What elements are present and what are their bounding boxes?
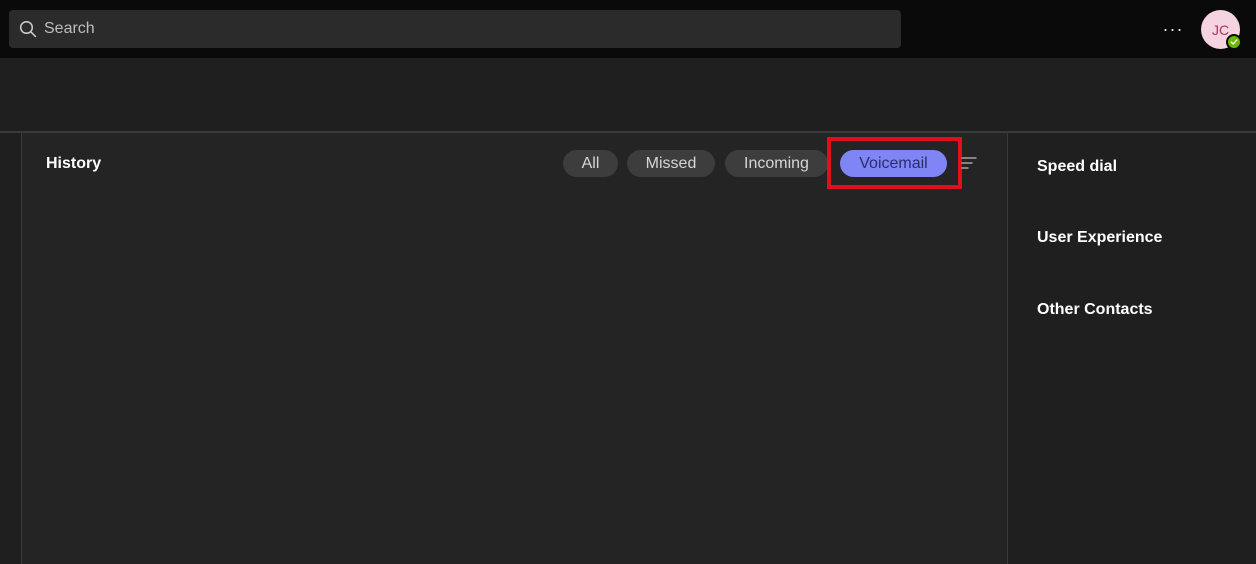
history-title: History <box>46 155 102 172</box>
highlight-box <box>827 137 962 189</box>
avatar-initials: JC <box>1211 21 1230 38</box>
left-rail <box>0 133 22 564</box>
history-panel: History All Missed Incoming Voicemail <box>22 133 1007 564</box>
header-band <box>0 58 1256 131</box>
search-bar[interactable]: Search <box>9 10 901 48</box>
filter-all-button[interactable]: All <box>563 150 618 177</box>
filter-label: Missed <box>645 154 697 172</box>
presence-badge <box>1226 34 1242 50</box>
filter-incoming-button[interactable]: Incoming <box>725 150 828 177</box>
contacts-panel: Speed dial User Experience Other Contact… <box>1007 133 1256 564</box>
top-bar: Search ··· JC <box>0 0 1256 58</box>
speed-dial-group[interactable]: Speed dial <box>1037 158 1117 176</box>
filter-label: Incoming <box>744 154 809 172</box>
filter-label: All <box>581 154 600 172</box>
user-experience-group[interactable]: User Experience <box>1037 229 1162 247</box>
other-contacts-group[interactable]: Other Contacts <box>1037 301 1153 319</box>
more-options-icon: ··· <box>1162 18 1184 39</box>
filter-missed-button[interactable]: Missed <box>627 150 715 177</box>
search-icon <box>19 20 37 38</box>
filter-lines-icon[interactable] <box>961 156 977 170</box>
more-options-button[interactable]: ··· <box>1158 15 1188 43</box>
search-placeholder: Search <box>44 20 95 37</box>
check-icon <box>1230 39 1238 45</box>
